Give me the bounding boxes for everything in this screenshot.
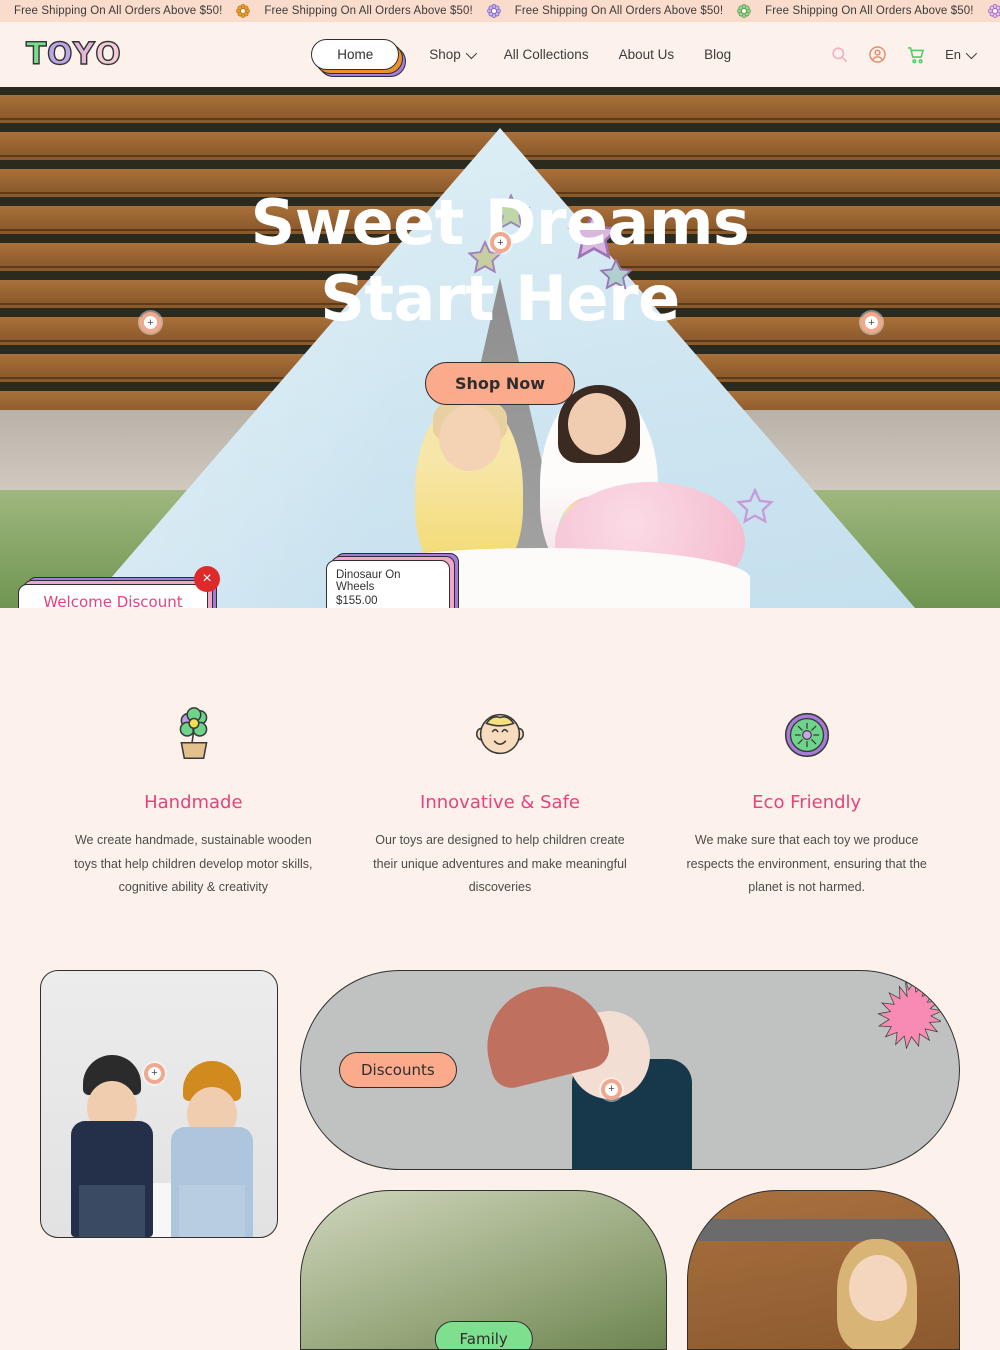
feature-handmade: Handmade We create handmade, sustainable… (40, 704, 347, 900)
cart-icon[interactable] (906, 45, 926, 65)
discounts-card[interactable]: Discounts + (300, 970, 960, 1170)
site-header: T O Y O Home Shop All Collections About … (0, 22, 1000, 87)
product-hotspot[interactable]: + (861, 312, 882, 333)
hero-section: Sweet Dreams Start Here Shop Now + + + +… (0, 87, 1000, 608)
logo[interactable]: T O Y O (26, 37, 121, 72)
language-selector[interactable]: En (945, 47, 974, 62)
kids-winter-photo (41, 971, 277, 1237)
chevron-down-icon (966, 47, 977, 58)
kiwi-eco-icon (776, 704, 838, 766)
product-quick-card-body: Dinosaur On Wheels $155.00 Buy Now (326, 560, 450, 608)
features-section: Handmade We create handmade, sustainable… (0, 608, 1000, 960)
flower-orange-icon (236, 4, 250, 18)
header-icons: En (830, 45, 974, 65)
product-quick-card: Dinosaur On Wheels $155.00 Buy Now (326, 560, 450, 608)
announcement-text: Free Shipping On All Orders Above $50! (250, 5, 486, 17)
feature-title: Handmade (144, 792, 242, 813)
hero-title-line-2: Start Here (251, 261, 750, 337)
product-hotspot[interactable]: + (144, 1063, 165, 1084)
flower-purple-icon (988, 4, 1000, 18)
product-hotspot[interactable]: + (140, 312, 161, 333)
announcement-text: Free Shipping On All Orders Above $50! (751, 5, 987, 17)
hero-content: Sweet Dreams Start Here Shop Now (0, 87, 1000, 608)
logo-letter-1: T (26, 37, 47, 72)
nav-item-home[interactable]: Home (311, 39, 399, 70)
nav-item-about-us[interactable]: About Us (619, 47, 675, 62)
announcement-track: Free Shipping On All Orders Above $50! F… (0, 4, 1000, 18)
flower-orange-icon (737, 4, 751, 18)
gallery-right-column: Discounts + Family (300, 970, 960, 1350)
welcome-discount-line-1: Welcome Discount (43, 592, 182, 608)
main-navigation: Home Shop All Collections About Us Blog (311, 39, 731, 70)
gallery-section: + Discounts + Family (0, 960, 1000, 1350)
logo-letter-3: Y (73, 37, 95, 72)
product-name: Dinosaur On Wheels (336, 569, 440, 593)
nav-item-blog-label: Blog (704, 47, 731, 62)
nav-item-about-us-label: About Us (619, 47, 675, 62)
feature-description: We make sure that each toy we produce re… (677, 829, 937, 900)
nav-item-all-collections-label: All Collections (504, 47, 589, 62)
nav-item-shop-label: Shop (429, 47, 461, 62)
pink-starburst-icon (869, 977, 941, 1049)
product-hotspot[interactable]: + (490, 232, 511, 253)
flower-purple-icon (487, 4, 501, 18)
girl-photo (823, 1229, 933, 1349)
family-button[interactable]: Family (435, 1321, 533, 1350)
announcement-text: Free Shipping On All Orders Above $50! (0, 5, 236, 17)
baby-photo (476, 979, 706, 1169)
product-hotspot[interactable]: + (601, 1079, 622, 1100)
feature-innovative-safe: Innovative & Safe Our toys are designed … (347, 704, 654, 900)
chevron-down-icon (466, 47, 477, 58)
announcement-bar: Free Shipping On All Orders Above $50! F… (0, 0, 1000, 22)
nav-item-home-label: Home (311, 39, 399, 70)
gallery-left-column: + (40, 970, 278, 1350)
logo-letter-2: O (47, 37, 73, 72)
logo-letter-4: O (95, 37, 121, 72)
nav-item-all-collections[interactable]: All Collections (504, 47, 589, 62)
feature-eco-friendly: Eco Friendly We make sure that each toy … (653, 704, 960, 900)
welcome-discount-body: Welcome Discount Of 10% (18, 584, 208, 608)
close-icon[interactable]: × (194, 566, 220, 592)
nav-item-shop[interactable]: Shop (429, 47, 474, 62)
product-price: $155.00 (336, 595, 440, 607)
hero-title: Sweet Dreams Start Here (251, 185, 750, 336)
feature-title: Innovative & Safe (420, 792, 580, 813)
announcement-text: Free Shipping On All Orders Above $50! (501, 5, 737, 17)
search-icon[interactable] (830, 45, 849, 64)
kids-winter-card[interactable]: + (40, 970, 278, 1238)
potted-flower-icon (162, 704, 224, 766)
baby-face-icon (469, 704, 531, 766)
family-card[interactable]: Family (300, 1190, 667, 1350)
feature-title: Eco Friendly (752, 792, 861, 813)
feature-description: Our toys are designed to help children c… (370, 829, 630, 900)
gallery-bottom-row: Family (300, 1190, 960, 1350)
feature-description: We create handmade, sustainable wooden t… (63, 829, 323, 900)
language-label: En (945, 47, 961, 62)
child-figure (169, 1061, 257, 1237)
discounts-button[interactable]: Discounts (339, 1052, 457, 1088)
girl-card[interactable] (687, 1190, 960, 1350)
page-root: Free Shipping On All Orders Above $50! F… (0, 0, 1000, 1350)
account-icon[interactable] (868, 45, 887, 64)
nav-item-blog[interactable]: Blog (704, 47, 731, 62)
shop-now-button[interactable]: Shop Now (425, 362, 575, 405)
child-figure (69, 1055, 155, 1237)
welcome-discount-popup: Welcome Discount Of 10% × (18, 584, 208, 608)
